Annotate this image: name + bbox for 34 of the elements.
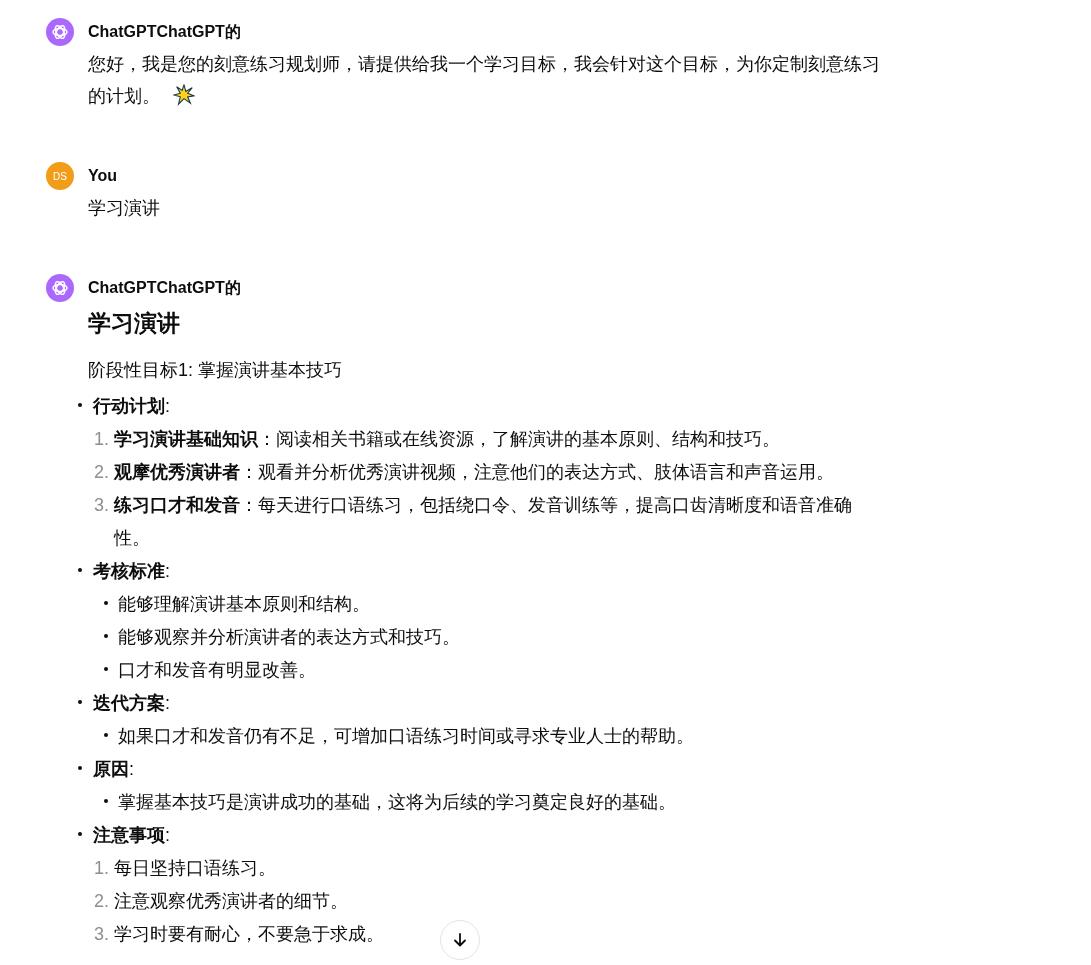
list-item-text: 练习口才和发音：每天进行口语练习，包括绕口令、发音训练等，提高口齿清晰度和语音准确性。 [114, 494, 853, 550]
section-title: 行动计划: [93, 395, 171, 418]
list-item-text: 观摩优秀演讲者：观看并分析优秀演讲视频，注意他们的表达方式、肢体语言和声音运用。 [114, 461, 834, 484]
list-item-text: 注意观察优秀演讲者的细节。 [114, 890, 348, 913]
list-item-text: 学习演讲基础知识：阅读相关书籍或在线资源，了解演讲的基本原则、结构和技巧。 [114, 428, 780, 451]
section-title: 注意事项: [93, 824, 171, 847]
list-item-text: 能够观察并分析演讲者的表达方式和技巧。 [118, 626, 460, 649]
list-number: 2. [94, 890, 110, 913]
message-text: 学习演讲 [88, 198, 160, 218]
section-title: 原因: [93, 758, 135, 781]
scroll-down-button[interactable] [440, 920, 480, 960]
list-item-text: 能够理解演讲基本原则和结构。 [118, 593, 370, 616]
list-item-text: 如果口才和发音仍有不足，可增加口语练习时间或寻求专业人士的帮助。 [118, 725, 694, 748]
message-text: 阶段性目标1: 掌握演讲基本技巧 [88, 360, 342, 380]
list-number: 1. [94, 428, 110, 451]
list-number: 3. [94, 923, 110, 946]
list-item-text: 每日坚持口语练习。 [114, 857, 276, 880]
list-item-text: 学习时要有耐心，不要急于求成。 [114, 923, 384, 946]
section-title: 迭代方案: [93, 692, 171, 715]
user-avatar: DS [46, 162, 74, 190]
author-name: ChatGPTChatGPT的 [88, 278, 242, 298]
list-number: 1. [94, 857, 110, 880]
down-arrow-icon [452, 932, 468, 948]
list-number: 2. [94, 461, 110, 484]
author-name: You [88, 166, 119, 186]
author-name: ChatGPTChatGPT的 [88, 22, 242, 42]
list-item-text: 口才和发音有明显改善。 [118, 659, 316, 682]
section-title: 考核标准: [93, 560, 171, 583]
list-item-text: 掌握基本技巧是演讲成功的基础，这将为后续的学习奠定良好的基础。 [118, 791, 676, 814]
assistant-avatar-icon [46, 18, 74, 46]
message-text: 您好，我是您的刻意练习规划师，请提供给我一个学习目标，我会针对这个目标，为你定制刻意练习的计划。 [88, 54, 880, 106]
list-number: 3. [94, 494, 110, 517]
response-heading: 学习演讲 [88, 309, 181, 338]
assistant-avatar-icon [46, 274, 74, 302]
